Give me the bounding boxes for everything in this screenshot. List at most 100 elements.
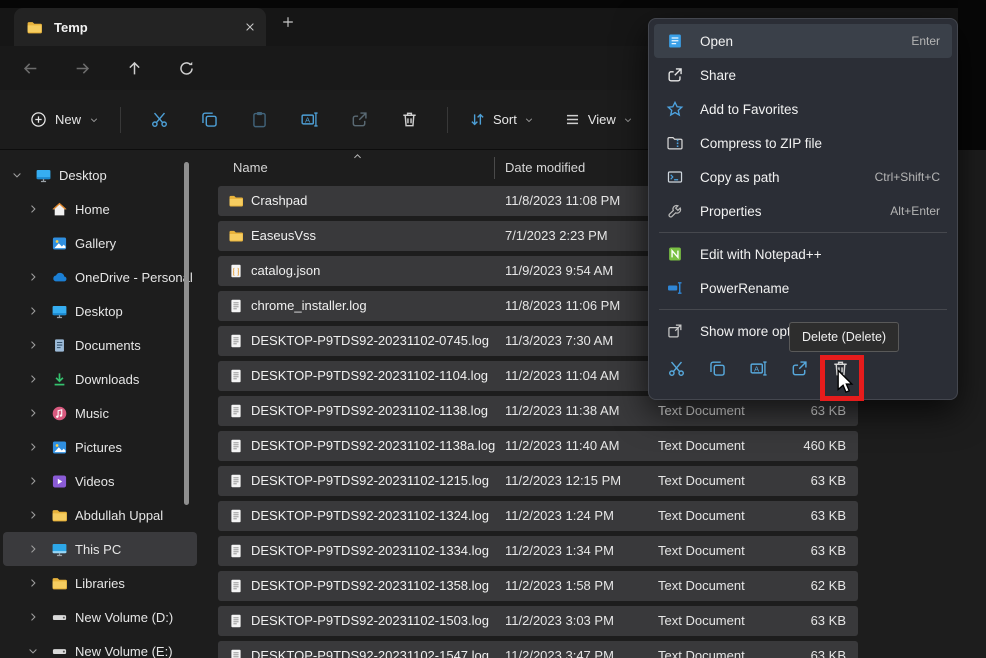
file-row[interactable]: DESKTOP-P9TDS92-20231102-1547.log11/2/20… [218, 641, 858, 658]
quick-copy-button[interactable] [700, 351, 734, 385]
file-row[interactable]: DESKTOP-P9TDS92-20231102-1138.log 11/2/20… [218, 396, 858, 426]
chevron-right-icon[interactable] [27, 373, 39, 385]
column-divider[interactable] [494, 157, 495, 179]
sidebar-item-pictures[interactable]: Pictures [3, 430, 197, 464]
close-tab-icon[interactable] [244, 21, 256, 33]
chevron-down-icon[interactable] [11, 169, 23, 181]
column-header-name[interactable]: Name [233, 160, 268, 175]
file-row[interactable]: DESKTOP-P9TDS92-20231102-1138a.log11/2/2… [218, 431, 858, 461]
file-row[interactable]: DESKTOP-P9TDS92-20231102-1334.log11/2/20… [218, 536, 858, 566]
music-icon [51, 405, 68, 422]
share-button[interactable] [338, 102, 380, 138]
sidebar-item-downloads[interactable]: Downloads [3, 362, 197, 396]
rename-button[interactable]: A [288, 102, 330, 138]
new-button[interactable]: New [22, 105, 107, 134]
quick-cut-button[interactable] [659, 351, 693, 385]
tab-title: Temp [54, 20, 244, 35]
file-date-modified: 11/2/2023 3:47 PM [505, 648, 614, 658]
onedrive-icon [51, 269, 68, 286]
chevron-right-icon[interactable] [27, 305, 39, 317]
textfile-icon [228, 578, 244, 594]
up-button[interactable] [121, 55, 147, 81]
file-name: DESKTOP-P9TDS92-20231102-1138.log [251, 403, 488, 418]
quick-rename-button[interactable]: A [741, 351, 775, 385]
file-date-modified: 11/2/2023 1:24 PM [505, 508, 614, 523]
file-size: 63 KB [811, 403, 846, 418]
sort-ascending-icon [352, 151, 363, 162]
sidebar-item-desktop[interactable]: Desktop [3, 294, 197, 328]
chevron-right-icon[interactable] [27, 339, 39, 351]
textfile-icon [228, 543, 244, 559]
refresh-icon [178, 60, 195, 77]
chevron-right-icon[interactable] [27, 611, 39, 623]
zipfolder-icon [666, 134, 684, 152]
sidebar-item-desktop[interactable]: Desktop [3, 158, 197, 192]
sidebar-item-music[interactable]: Music [3, 396, 197, 430]
menu-item-add-to-favorites[interactable]: Add to Favorites [654, 92, 952, 126]
pictures-icon [51, 439, 68, 456]
file-row[interactable]: DESKTOP-P9TDS92-20231102-1324.log 11/2/20… [218, 501, 858, 531]
chevron-right-icon[interactable] [27, 577, 39, 589]
menu-item-label: Edit with Notepad++ [700, 247, 940, 262]
view-label: View [588, 112, 616, 127]
chevron-right-icon[interactable] [27, 441, 39, 453]
chevron-right-icon[interactable] [27, 475, 39, 487]
trash-icon [400, 110, 419, 129]
sidebar-item-new-volume-d-[interactable]: New Volume (D:) [3, 600, 197, 634]
sidebar-item-abdullah-uppal[interactable]: Abdullah Uppal [3, 498, 197, 532]
sidebar-item-home[interactable]: Home [3, 192, 197, 226]
file-row[interactable]: DESKTOP-P9TDS92-20231102-1358.log11/2/20… [218, 571, 858, 601]
menu-item-edit-with-notepad-[interactable]: Edit with Notepad++ [654, 237, 952, 271]
file-name: DESKTOP-P9TDS92-20231102-1324.log [251, 508, 489, 523]
copy-button[interactable] [188, 102, 230, 138]
file-size: 62 KB [811, 578, 846, 593]
quick-share-button[interactable] [782, 351, 816, 385]
share-icon [790, 359, 809, 378]
sidebar-item-libraries[interactable]: Libraries [3, 566, 197, 600]
cut-button[interactable] [138, 102, 180, 138]
menu-item-share[interactable]: Share [654, 58, 952, 92]
scissors-icon [150, 110, 169, 129]
wrench-icon [666, 202, 684, 220]
textfile-icon [228, 473, 244, 489]
sidebar-item-gallery[interactable]: Gallery [3, 226, 197, 260]
sidebar-item-label: Documents [75, 338, 141, 353]
sidebar-scrollbar[interactable] [184, 162, 189, 505]
column-header-date[interactable]: Date modified [505, 160, 585, 175]
file-date-modified: 11/2/2023 11:40 AM [505, 438, 619, 453]
tab-temp[interactable]: Temp [14, 8, 266, 46]
file-date-modified: 7/1/2023 2:23 PM [505, 228, 608, 243]
chevron-right-icon[interactable] [27, 509, 39, 521]
chevron-right-icon[interactable] [27, 271, 39, 283]
sidebar-item-new-volume-e-[interactable]: New Volume (E:) [3, 634, 197, 658]
new-tab-button[interactable] [281, 15, 295, 29]
file-date-modified: 11/2/2023 11:38 AM [505, 403, 619, 418]
view-button[interactable]: View [556, 105, 641, 134]
back-button[interactable] [17, 55, 43, 81]
sidebar-item-documents[interactable]: Documents [3, 328, 197, 362]
chevron-right-icon[interactable] [27, 407, 39, 419]
sort-button[interactable]: Sort [461, 105, 542, 134]
sidebar-item-videos[interactable]: Videos [3, 464, 197, 498]
refresh-button[interactable] [173, 55, 199, 81]
desktop-icon [51, 303, 68, 320]
delete-button[interactable] [388, 102, 430, 138]
file-row[interactable]: DESKTOP-P9TDS92-20231102-1215.log11/2/20… [218, 466, 858, 496]
svg-text:A: A [753, 364, 759, 373]
file-size: 63 KB [811, 648, 846, 658]
sidebar-item-this-pc[interactable]: This PC [3, 532, 197, 566]
paste-button[interactable] [238, 102, 280, 138]
textfile-icon [228, 508, 244, 524]
svg-text:A: A [305, 115, 311, 124]
menu-item-copy-as-path[interactable]: Copy as pathCtrl+Shift+C [654, 160, 952, 194]
chevron-down-icon[interactable] [27, 645, 39, 657]
chevron-right-icon[interactable] [27, 203, 39, 215]
menu-item-compress-to-zip-file[interactable]: Compress to ZIP file [654, 126, 952, 160]
menu-item-properties[interactable]: PropertiesAlt+Enter [654, 194, 952, 228]
forward-button[interactable] [69, 55, 95, 81]
menu-item-powerrename[interactable]: PowerRename [654, 271, 952, 305]
menu-item-open[interactable]: OpenEnter [654, 24, 952, 58]
sidebar-item-onedrive-personal[interactable]: OneDrive - Personal [3, 260, 197, 294]
chevron-right-icon[interactable] [27, 543, 39, 555]
file-row[interactable]: DESKTOP-P9TDS92-20231102-1503.log11/2/20… [218, 606, 858, 636]
